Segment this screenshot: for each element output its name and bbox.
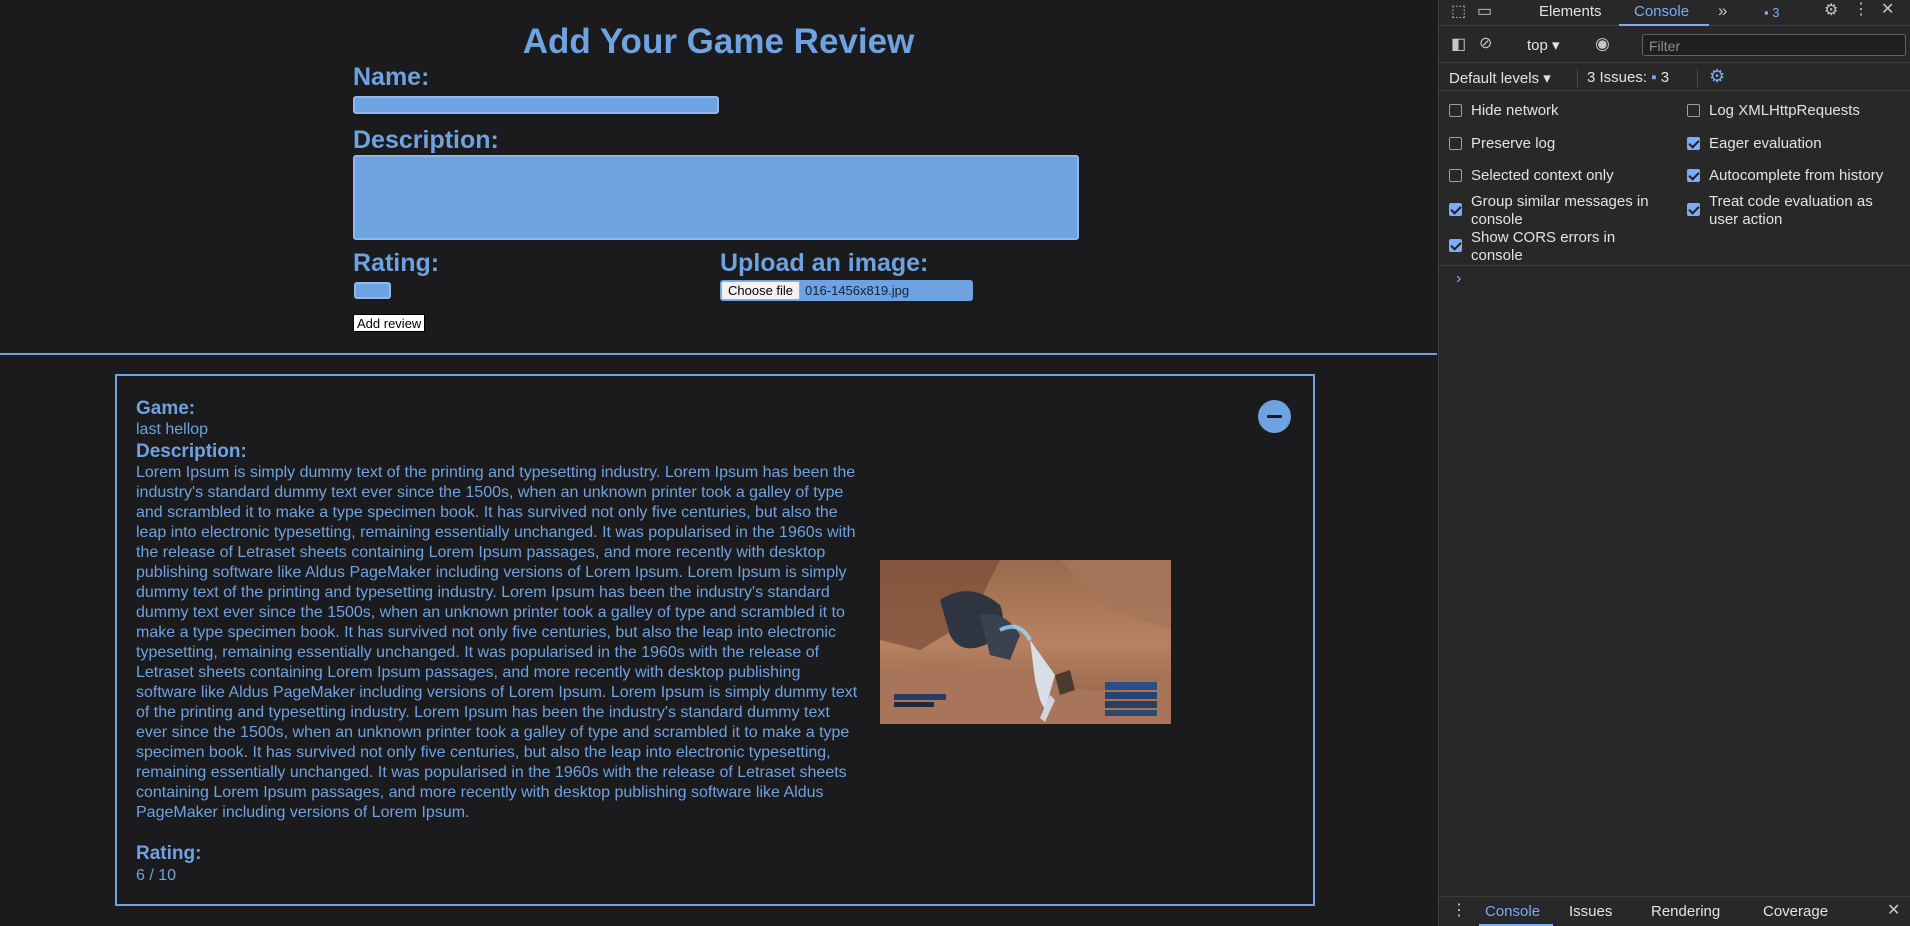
minus-icon: [1267, 415, 1282, 418]
review-card: Game: last hellop Description: Lorem Ips…: [115, 374, 1315, 906]
devtools-tabbar: ⬚ ▭ Elements Console » ▪ 3 ⚙ ⋮ ✕: [1439, 0, 1910, 26]
console-levels-bar: Default levels ▾ 3 Issues: ▪ 3 ⚙: [1439, 64, 1910, 91]
drawer-tab-issues[interactable]: Issues: [1569, 903, 1612, 920]
group-similar-label: Group similar messages in console: [1471, 193, 1649, 228]
review-description: Lorem Ipsum is simply dummy text of the …: [136, 464, 858, 821]
form-title: Add Your Game Review: [522, 22, 915, 61]
preserve-log-label: Preserve log: [1471, 135, 1556, 152]
log-xhr-label: Log XMLHttpRequests: [1709, 102, 1860, 119]
issues-badge-count: 3: [1772, 5, 1780, 20]
clear-console-icon[interactable]: ⊘: [1479, 36, 1492, 52]
add-review-button[interactable]: Add review: [353, 314, 426, 332]
active-tab-indicator: [1619, 24, 1709, 26]
tab-elements[interactable]: Elements: [1539, 3, 1602, 20]
group-similar-checkbox[interactable]: [1449, 203, 1462, 216]
issues-count: 3: [1660, 69, 1670, 86]
autocomplete-history-label: Autocomplete from history: [1709, 167, 1884, 184]
show-cors-label: Show CORS errors in console: [1471, 229, 1616, 264]
game-name: last hellop: [136, 421, 209, 438]
selected-context-checkbox[interactable]: [1449, 169, 1462, 182]
tab-console[interactable]: Console: [1634, 3, 1689, 20]
toolbar-separator: [1697, 69, 1698, 87]
eager-evaluation-label: Eager evaluation: [1709, 135, 1822, 152]
selected-context-label: Selected context only: [1471, 167, 1614, 184]
issues-count-label[interactable]: 3 Issues: ▪ 3: [1587, 69, 1669, 86]
rating-input[interactable]: [354, 282, 391, 299]
autocomplete-history-checkbox[interactable]: [1687, 169, 1700, 182]
inspect-element-icon[interactable]: ⬚: [1451, 4, 1466, 20]
hide-network-label: Hide network: [1471, 102, 1559, 119]
show-cors-checkbox[interactable]: [1449, 239, 1462, 252]
drawer-tab-coverage[interactable]: Coverage: [1763, 903, 1828, 920]
rating-heading: Rating:: [136, 843, 202, 864]
file-input[interactable]: Choose file 016-1456x819.jpg: [720, 280, 973, 301]
rating-value: 6 / 10: [136, 867, 177, 884]
issue-icon: ▪: [1651, 69, 1657, 86]
choose-file-button[interactable]: Choose file: [721, 281, 801, 300]
log-levels-dropdown[interactable]: Default levels ▾: [1449, 69, 1551, 87]
console-toolbar: ◧ ⊘ top ▾ ◉ Filter: [1439, 27, 1910, 63]
console-prompt-chevron[interactable]: ›: [1456, 270, 1461, 288]
description-label: Description:: [353, 126, 499, 154]
more-options-icon[interactable]: ⋮: [1853, 2, 1869, 18]
settings-gear-icon[interactable]: ⚙: [1824, 3, 1838, 19]
web-page: Add Your Game Review Name: Description: …: [0, 0, 1437, 926]
toolbar-separator: [1577, 69, 1578, 87]
devtools-panel: ⬚ ▭ Elements Console » ▪ 3 ⚙ ⋮ ✕ ◧ ⊘ top…: [1438, 0, 1910, 926]
console-settings-gear-icon[interactable]: ⚙: [1709, 67, 1725, 85]
issues-label: 3 Issues:: [1587, 69, 1648, 86]
hide-network-checkbox[interactable]: [1449, 104, 1462, 117]
rating-label: Rating:: [353, 249, 440, 277]
name-label: Name:: [353, 63, 430, 91]
upload-label: Upload an image:: [720, 249, 929, 277]
sidebar-toggle-icon[interactable]: ◧: [1451, 37, 1466, 53]
preserve-log-checkbox[interactable]: [1449, 137, 1462, 150]
close-devtools-icon[interactable]: ✕: [1881, 2, 1894, 18]
close-drawer-icon[interactable]: ✕: [1887, 903, 1900, 919]
devtools-drawer-tabbar: ⋮ Console Issues Rendering Coverage ✕: [1439, 896, 1910, 926]
settings-divider: [1439, 265, 1910, 266]
treat-code-eval-label: Treat code evaluation as user action: [1709, 193, 1873, 228]
file-name: 016-1456x819.jpg: [805, 283, 910, 298]
drawer-menu-icon[interactable]: ⋮: [1451, 903, 1467, 919]
eager-evaluation-checkbox[interactable]: [1687, 137, 1700, 150]
remove-review-button[interactable]: [1258, 400, 1291, 433]
context-selector[interactable]: top ▾: [1527, 36, 1560, 54]
device-toolbar-icon[interactable]: ▭: [1477, 4, 1492, 20]
issues-badge[interactable]: ▪ 3: [1764, 5, 1779, 21]
live-expression-eye-icon[interactable]: ◉: [1595, 35, 1610, 52]
drawer-tab-console[interactable]: Console: [1485, 903, 1540, 920]
context-value: top: [1527, 37, 1548, 54]
name-input[interactable]: [353, 96, 719, 114]
description-textarea[interactable]: [353, 155, 1079, 240]
description-heading: Description:: [136, 441, 247, 462]
drawer-tab-rendering[interactable]: Rendering: [1651, 903, 1720, 920]
game-heading: Game:: [136, 398, 196, 419]
log-xhr-checkbox[interactable]: [1687, 104, 1700, 117]
more-tabs-icon[interactable]: »: [1718, 2, 1727, 19]
filter-input[interactable]: Filter: [1642, 34, 1906, 56]
divider: [0, 353, 1437, 355]
log-levels-label: Default levels: [1449, 70, 1540, 87]
treat-code-eval-checkbox[interactable]: [1687, 203, 1700, 216]
game-screenshot-image: [880, 560, 1171, 724]
